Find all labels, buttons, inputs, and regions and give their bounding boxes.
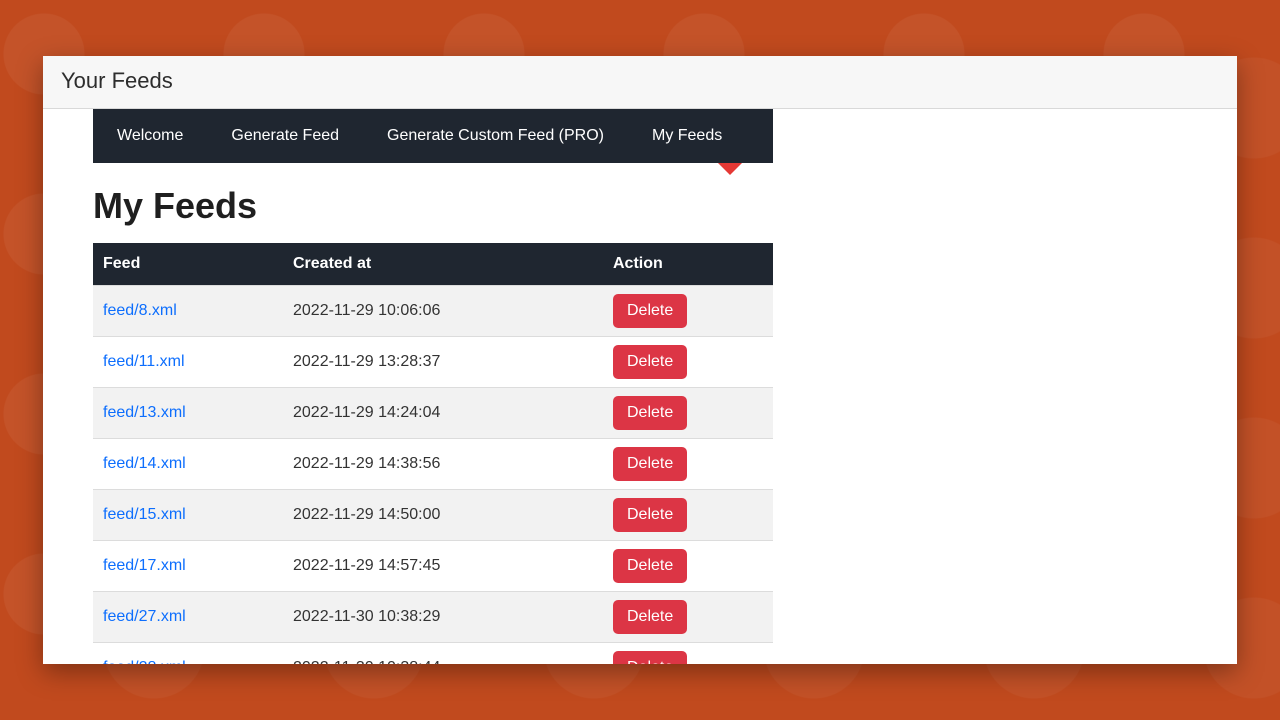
- feed-link[interactable]: feed/13.xml: [103, 404, 186, 421]
- cell-created-at: 2022-11-29 14:57:45: [283, 541, 603, 592]
- feed-link[interactable]: feed/14.xml: [103, 455, 186, 472]
- table-header-row: Feed Created at Action: [93, 243, 773, 286]
- cell-feed: feed/15.xml: [93, 490, 283, 541]
- table-row: feed/13.xml 2022-11-29 14:24:04 Delete: [93, 388, 773, 439]
- cell-feed: feed/8.xml: [93, 286, 283, 337]
- page-title: My Feeds: [93, 185, 773, 227]
- cell-action: Delete: [603, 337, 773, 388]
- nav-my-feeds[interactable]: My Feeds: [628, 109, 746, 163]
- table-row: feed/28.xml 2022-11-30 10:38:44 Delete: [93, 643, 773, 665]
- content-column: Welcome Generate Feed Generate Custom Fe…: [93, 109, 773, 664]
- cell-created-at: 2022-11-29 14:24:04: [283, 388, 603, 439]
- active-tab-caret-icon: [718, 163, 742, 175]
- cell-created-at: 2022-11-30 10:38:44: [283, 643, 603, 665]
- delete-button[interactable]: Delete: [613, 651, 687, 664]
- cell-created-at: 2022-11-29 14:38:56: [283, 439, 603, 490]
- main-nav: Welcome Generate Feed Generate Custom Fe…: [93, 109, 773, 163]
- cell-action: Delete: [603, 490, 773, 541]
- feeds-table: Feed Created at Action feed/8.xml 2022-11…: [93, 243, 773, 664]
- delete-button[interactable]: Delete: [613, 549, 687, 583]
- col-created-at: Created at: [283, 243, 603, 286]
- app-card: Your Feeds Welcome Generate Feed Generat…: [43, 56, 1237, 664]
- cell-created-at: 2022-11-30 10:38:29: [283, 592, 603, 643]
- cell-feed: feed/28.xml: [93, 643, 283, 665]
- cell-action: Delete: [603, 541, 773, 592]
- cell-action: Delete: [603, 388, 773, 439]
- cell-feed: feed/13.xml: [93, 388, 283, 439]
- delete-button[interactable]: Delete: [613, 498, 687, 532]
- col-feed: Feed: [93, 243, 283, 286]
- cell-feed: feed/14.xml: [93, 439, 283, 490]
- card-header: Your Feeds: [43, 56, 1237, 109]
- cell-created-at: 2022-11-29 14:50:00: [283, 490, 603, 541]
- feed-link[interactable]: feed/17.xml: [103, 557, 186, 574]
- table-row: feed/8.xml 2022-11-29 10:06:06 Delete: [93, 286, 773, 337]
- cell-feed: feed/27.xml: [93, 592, 283, 643]
- cell-action: Delete: [603, 592, 773, 643]
- cell-action: Delete: [603, 439, 773, 490]
- feed-link[interactable]: feed/15.xml: [103, 506, 186, 523]
- nav-welcome[interactable]: Welcome: [93, 109, 207, 163]
- delete-button[interactable]: Delete: [613, 600, 687, 634]
- cell-action: Delete: [603, 643, 773, 665]
- feed-link[interactable]: feed/8.xml: [103, 302, 177, 319]
- col-action: Action: [603, 243, 773, 286]
- nav-generate-custom-feed[interactable]: Generate Custom Feed (PRO): [363, 109, 628, 163]
- card-body: Welcome Generate Feed Generate Custom Fe…: [43, 109, 1237, 664]
- table-row: feed/14.xml 2022-11-29 14:38:56 Delete: [93, 439, 773, 490]
- table-row: feed/11.xml 2022-11-29 13:28:37 Delete: [93, 337, 773, 388]
- table-row: feed/27.xml 2022-11-30 10:38:29 Delete: [93, 592, 773, 643]
- cell-feed: feed/11.xml: [93, 337, 283, 388]
- delete-button[interactable]: Delete: [613, 447, 687, 481]
- cell-created-at: 2022-11-29 13:28:37: [283, 337, 603, 388]
- cell-action: Delete: [603, 286, 773, 337]
- table-row: feed/15.xml 2022-11-29 14:50:00 Delete: [93, 490, 773, 541]
- feed-link[interactable]: feed/11.xml: [103, 353, 185, 370]
- delete-button[interactable]: Delete: [613, 345, 687, 379]
- feed-link[interactable]: feed/28.xml: [103, 659, 186, 664]
- cell-feed: feed/17.xml: [93, 541, 283, 592]
- delete-button[interactable]: Delete: [613, 396, 687, 430]
- card-title: Your Feeds: [61, 68, 173, 93]
- delete-button[interactable]: Delete: [613, 294, 687, 328]
- nav-generate-feed[interactable]: Generate Feed: [207, 109, 363, 163]
- table-row: feed/17.xml 2022-11-29 14:57:45 Delete: [93, 541, 773, 592]
- cell-created-at: 2022-11-29 10:06:06: [283, 286, 603, 337]
- feed-link[interactable]: feed/27.xml: [103, 608, 186, 625]
